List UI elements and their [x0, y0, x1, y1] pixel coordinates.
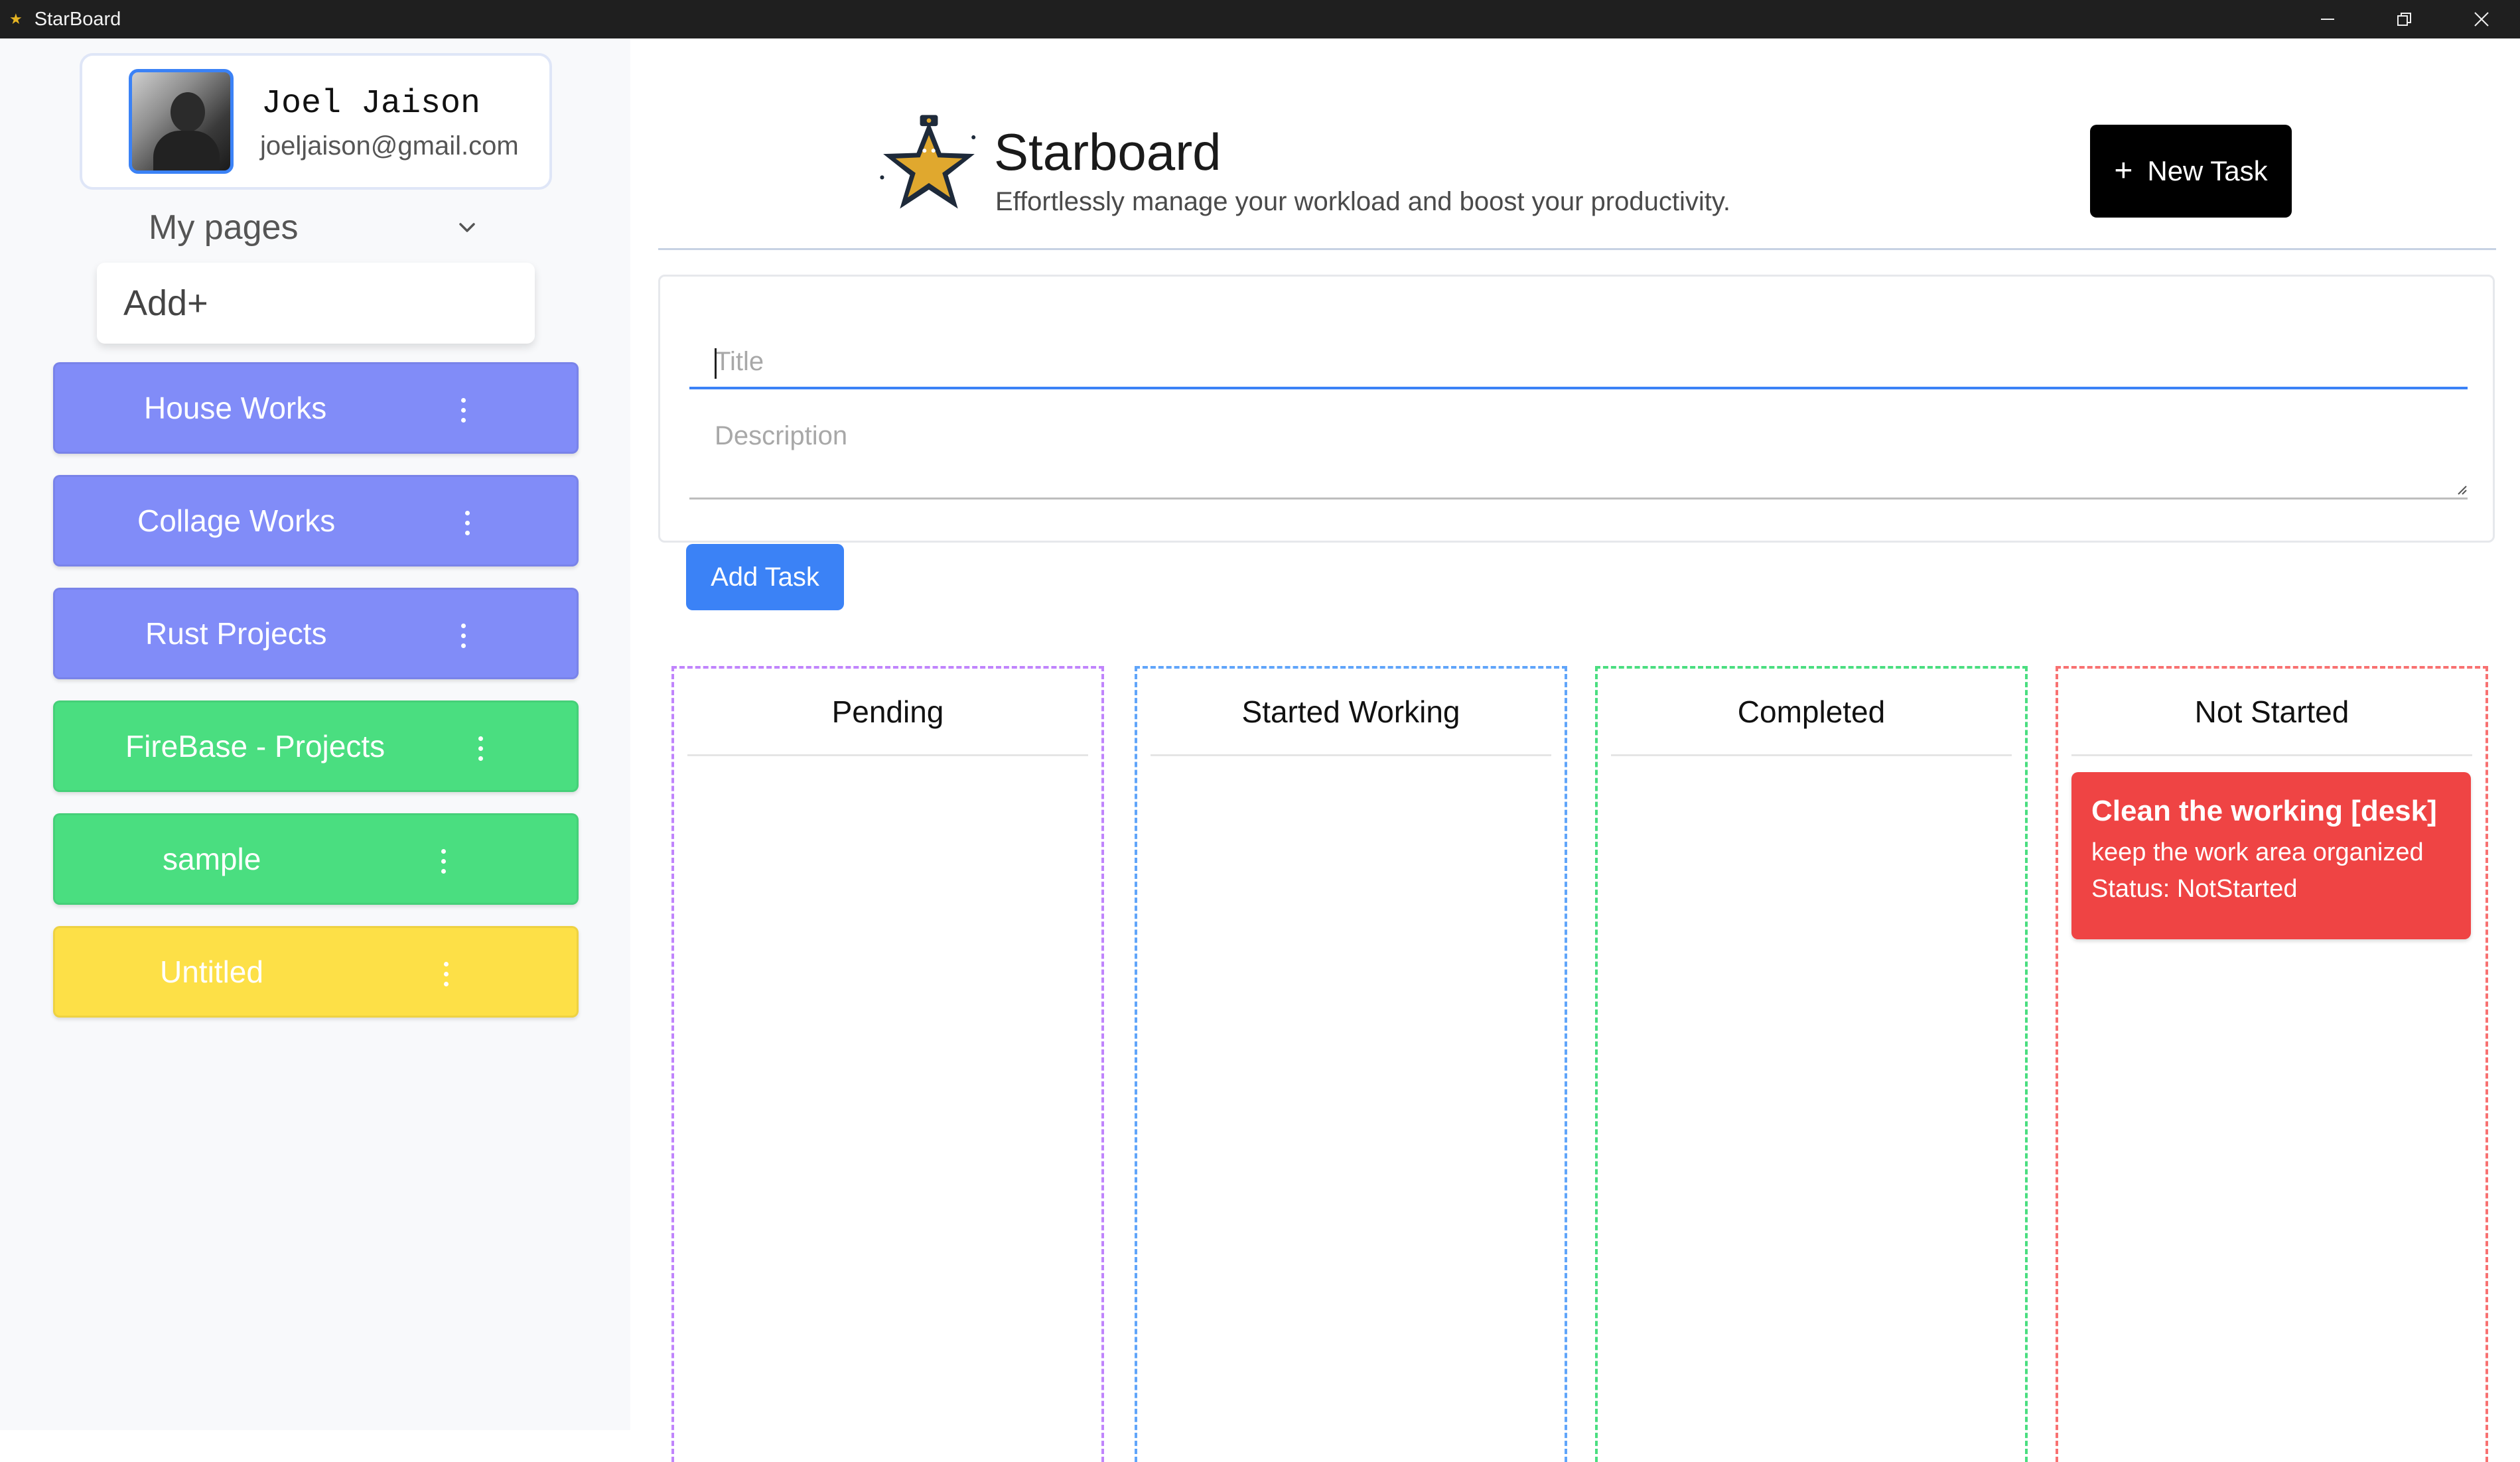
sidebar-item-label: Collage Works: [137, 503, 336, 538]
brand-tagline: Effortlessly manage your workload and bo…: [995, 187, 1730, 216]
column-title: Completed: [1611, 669, 2012, 756]
restore-icon: [2397, 13, 2411, 26]
sidebar-item-label: House Works: [144, 391, 327, 425]
sidebar-item-label: FireBase - Projects: [125, 729, 385, 764]
column-completed: Completed: [1595, 666, 2028, 1462]
window-controls: [2289, 0, 2520, 38]
title-input[interactable]: [689, 336, 2468, 389]
column-pending: Pending: [671, 666, 1104, 1462]
window-titlebar: ★ StarBoard: [0, 0, 2520, 38]
column-title: Pending: [687, 669, 1088, 756]
add-task-button[interactable]: Add Task: [686, 544, 844, 610]
close-button[interactable]: [2443, 0, 2520, 38]
new-task-button[interactable]: + New Task: [2090, 125, 2292, 218]
header-divider: [658, 248, 2496, 250]
brand-title: Starboard: [994, 123, 1222, 181]
my-pages-label: My pages: [149, 208, 299, 247]
minimize-icon: [2321, 19, 2334, 20]
more-options-icon[interactable]: [457, 503, 477, 543]
sidebar-item-collage-works[interactable]: Collage Works: [53, 475, 579, 566]
column-title: Started Working: [1151, 669, 1551, 756]
my-pages-toggle[interactable]: My pages: [149, 204, 480, 251]
sidebar: Joel Jaison joeljaison@gmail.com My page…: [0, 38, 630, 1430]
sidebar-item-untitled[interactable]: Untitled: [53, 926, 579, 1018]
add-page-button[interactable]: Add+: [97, 263, 535, 344]
star-logo-icon: [880, 115, 976, 209]
task-form: [658, 275, 2495, 543]
sidebar-item-house-works[interactable]: House Works: [53, 362, 579, 454]
task-card[interactable]: Clean the working [desk] keep the work a…: [2071, 772, 2471, 939]
task-status: Status: NotStarted: [2091, 875, 2298, 903]
sidebar-item-label: Rust Projects: [145, 616, 327, 651]
sidebar-item-label: sample: [163, 842, 261, 876]
app-star-icon: ★: [9, 11, 23, 27]
profile-email: joeljaison@gmail.com: [260, 131, 519, 161]
more-options-icon[interactable]: [470, 728, 490, 768]
chevron-down-icon: [459, 223, 475, 232]
more-options-icon[interactable]: [453, 390, 473, 430]
task-title: Clean the working [desk]: [2091, 795, 2437, 827]
resize-grip-icon[interactable]: [2456, 484, 2468, 496]
column-title: Not Started: [2071, 669, 2472, 756]
more-options-icon[interactable]: [436, 954, 456, 994]
sidebar-item-firebase-projects[interactable]: FireBase - Projects: [53, 700, 579, 792]
text-cursor: [715, 348, 717, 379]
description-input[interactable]: [689, 407, 2468, 499]
window-title: StarBoard: [34, 8, 121, 30]
restore-button[interactable]: [2366, 0, 2443, 38]
task-description: keep the work area organized: [2091, 838, 2424, 866]
more-options-icon[interactable]: [453, 616, 473, 655]
profile-name: Joel Jaison: [261, 85, 481, 123]
new-task-label: New Task: [2147, 155, 2268, 186]
main-content: Starboard Effortlessly manage your workl…: [630, 38, 2520, 1462]
column-not-started: Not Started Clean the working [desk] kee…: [2056, 666, 2488, 1462]
sidebar-item-rust-projects[interactable]: Rust Projects: [53, 588, 579, 679]
profile-card[interactable]: Joel Jaison joeljaison@gmail.com: [80, 53, 552, 190]
column-started-working: Started Working: [1135, 666, 1567, 1462]
close-icon: [2474, 12, 2489, 27]
avatar: [129, 69, 234, 174]
plus-icon: +: [2114, 153, 2133, 188]
minimize-button[interactable]: [2289, 0, 2366, 38]
sidebar-item-sample[interactable]: sample: [53, 813, 579, 905]
sidebar-item-label: Untitled: [160, 955, 263, 989]
more-options-icon[interactable]: [433, 841, 453, 881]
